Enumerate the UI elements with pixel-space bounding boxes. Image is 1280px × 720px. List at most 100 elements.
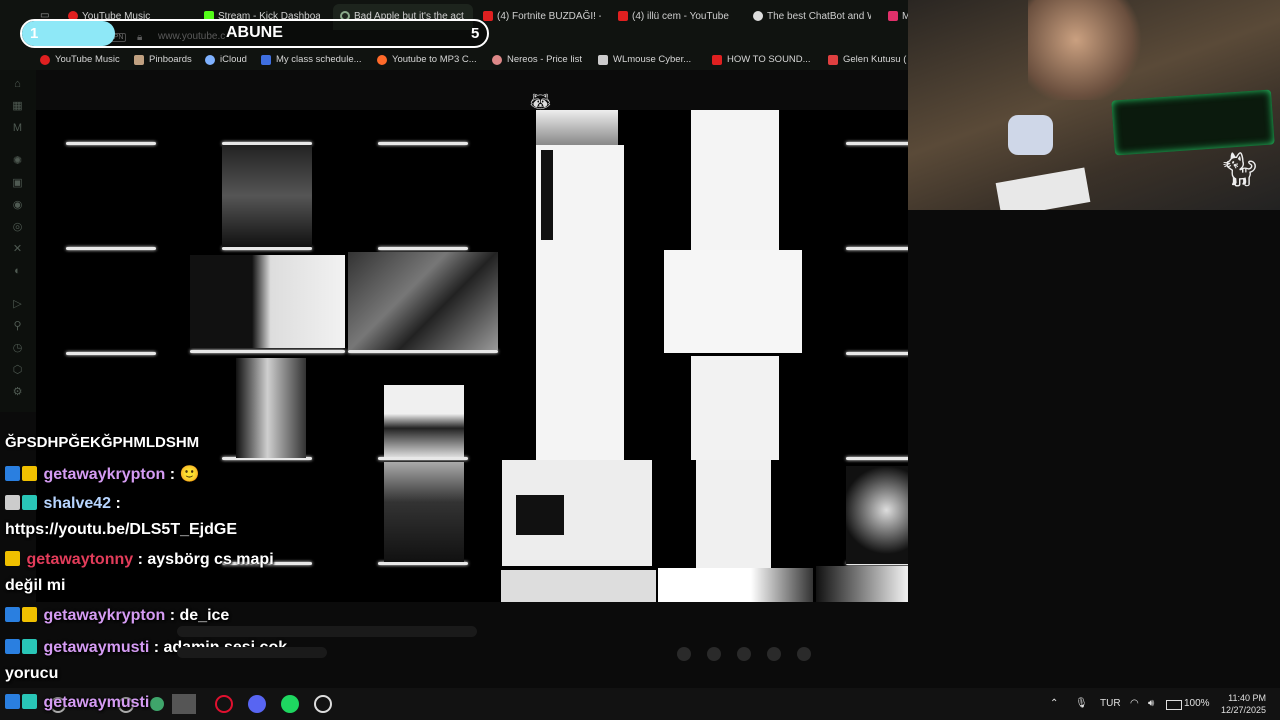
app-icon[interactable] <box>150 697 164 711</box>
carousel-dot[interactable] <box>767 647 781 661</box>
wifi-icon[interactable]: ◠ <box>1130 698 1139 709</box>
gmail-icon <box>828 54 838 65</box>
video-tile-detail <box>516 495 564 535</box>
ai-icon[interactable]: ✺ <box>11 155 24 168</box>
schedule-icon <box>261 54 271 65</box>
chat-username[interactable]: getawaytonny <box>26 551 133 568</box>
bookmark-item[interactable]: Pinboards <box>134 54 192 65</box>
carousel-dot[interactable] <box>677 647 691 661</box>
badge-icon <box>5 694 20 709</box>
player-icon[interactable]: ▷ <box>11 298 24 311</box>
twitch-icon[interactable]: ▣ <box>11 177 24 190</box>
bookmark-item[interactable]: Nereos - Price list <box>492 54 582 65</box>
nereos-icon <box>492 54 502 65</box>
chat-username[interactable]: shalve42 <box>43 495 111 512</box>
spotify-icon[interactable] <box>281 695 299 713</box>
hand <box>1028 0 1148 100</box>
language-indicator[interactable]: TUR <box>1100 698 1121 709</box>
bookmark-item[interactable]: My class schedule... <box>261 54 362 65</box>
carousel-dot[interactable] <box>707 647 721 661</box>
whatsapp-icon[interactable]: ◉ <box>11 199 24 212</box>
crown-badge-icon <box>22 607 37 622</box>
chat-username[interactable]: getawaymusti <box>43 639 149 656</box>
bookmark-item[interactable]: HOW TO SOUND... <box>712 54 811 65</box>
carousel-dot[interactable] <box>797 647 811 661</box>
subscribe-goal-current: 1 <box>30 25 39 42</box>
chevron-up-icon[interactable]: ⌃ <box>1050 698 1058 709</box>
tab-label: (4) Fortnite BUZDAĞI! - <box>497 10 601 22</box>
video-tile <box>664 250 802 353</box>
gmail-icon[interactable]: M <box>11 122 24 135</box>
chat-message: shalve42 : <box>5 495 121 513</box>
history-icon[interactable]: ◷ <box>11 342 24 355</box>
carousel-dot[interactable] <box>737 647 751 661</box>
video-tile <box>691 110 779 250</box>
chat-text: : 🙂 <box>169 466 200 483</box>
video-line <box>190 350 345 353</box>
chat-message: getawaykrypton : 🙂 <box>5 464 199 484</box>
badge-icon <box>5 466 20 481</box>
bookmark-label: YouTube Music <box>55 54 120 65</box>
tab-illu-cem[interactable]: (4) illü cem - YouTube <box>618 6 736 26</box>
bookmark-item[interactable]: Youtube to MP3 C... <box>377 54 477 65</box>
chat-link[interactable]: https://youtu.be/DLS5T_EjdGE <box>5 521 237 539</box>
chat-username[interactable]: getawaymusti <box>43 694 149 711</box>
chat-header: ĞPSDHPĞEKĞPHMLDSHM <box>5 434 200 451</box>
instagram-icon[interactable]: ◎ <box>11 221 24 234</box>
bookmark-item[interactable]: iCloud <box>205 54 247 65</box>
video-line <box>846 457 908 460</box>
subscribe-goal-label: ABUNE <box>226 24 283 41</box>
tab-extra[interactable]: M <box>888 6 908 26</box>
discord-sidebar-icon[interactable]: ◐ <box>11 265 24 278</box>
video-line <box>378 142 468 145</box>
badge-icon <box>5 495 20 510</box>
discord-icon[interactable] <box>248 695 266 713</box>
youtube-music-icon <box>40 54 50 65</box>
file-explorer-icon[interactable] <box>172 694 196 714</box>
battery-icon[interactable] <box>1166 700 1182 710</box>
tab-fortnite[interactable]: (4) Fortnite BUZDAĞI! - <box>483 6 601 26</box>
video-line <box>846 142 908 145</box>
video-tile <box>846 466 908 564</box>
x-icon[interactable]: ✕ <box>11 243 24 256</box>
obs-icon[interactable] <box>314 695 332 713</box>
loading-skeleton <box>177 626 477 637</box>
home-icon[interactable]: ⌂ <box>11 78 24 91</box>
opera-icon[interactable] <box>215 695 233 713</box>
extensions-icon[interactable]: ⬡ <box>11 364 24 377</box>
chatbot-icon <box>753 11 763 21</box>
clock-time[interactable]: 11:40 PM <box>1210 693 1266 703</box>
video-tile <box>222 145 312 247</box>
settings-icon[interactable]: ⚙ <box>11 386 24 399</box>
mp3-icon <box>377 54 387 65</box>
sub-badge-icon <box>22 639 37 654</box>
subscribe-goal-target: 5 <box>471 25 480 42</box>
pin-icon[interactable]: ⚲ <box>11 320 24 333</box>
bookmark-item[interactable]: WLmouse Cyber... <box>598 54 691 65</box>
badge-icon <box>5 639 20 654</box>
video-tile <box>658 568 813 602</box>
chat-message: getawaymusti <box>5 694 149 712</box>
crown-badge-icon <box>5 551 20 566</box>
chat-message: getawaykrypton : de_ice <box>5 607 229 625</box>
crown-badge-icon <box>22 466 37 481</box>
volume-icon[interactable]: 🔊︎ <box>1148 698 1154 709</box>
workspaces-icon[interactable]: ▦ <box>11 100 24 113</box>
video-line <box>348 350 498 353</box>
youtube-icon <box>618 11 628 21</box>
chat-username[interactable]: getawaykrypton <box>43 607 165 624</box>
bookmark-item[interactable]: YouTube Music <box>40 54 120 65</box>
video-tile <box>536 110 618 145</box>
chat-text: : de_ice <box>169 607 230 624</box>
mic-icon[interactable]: 🎙︎ <box>1075 698 1088 709</box>
bookmark-item[interactable]: Gelen Kutusu ( <box>828 54 908 65</box>
youtube-icon <box>712 54 722 65</box>
tab-label: The best ChatBot and W <box>767 10 871 22</box>
chat-username[interactable]: getawaykrypton <box>43 466 165 483</box>
tab-chatbot[interactable]: The best ChatBot and W <box>753 6 871 26</box>
bookmark-label: Nereos - Price list <box>507 54 582 65</box>
video-line <box>846 352 908 355</box>
icloud-icon <box>205 54 215 65</box>
cat-mascot-icon: 🐈︎ <box>1218 151 1262 189</box>
clock-date[interactable]: 12/27/2025 <box>1210 705 1266 715</box>
